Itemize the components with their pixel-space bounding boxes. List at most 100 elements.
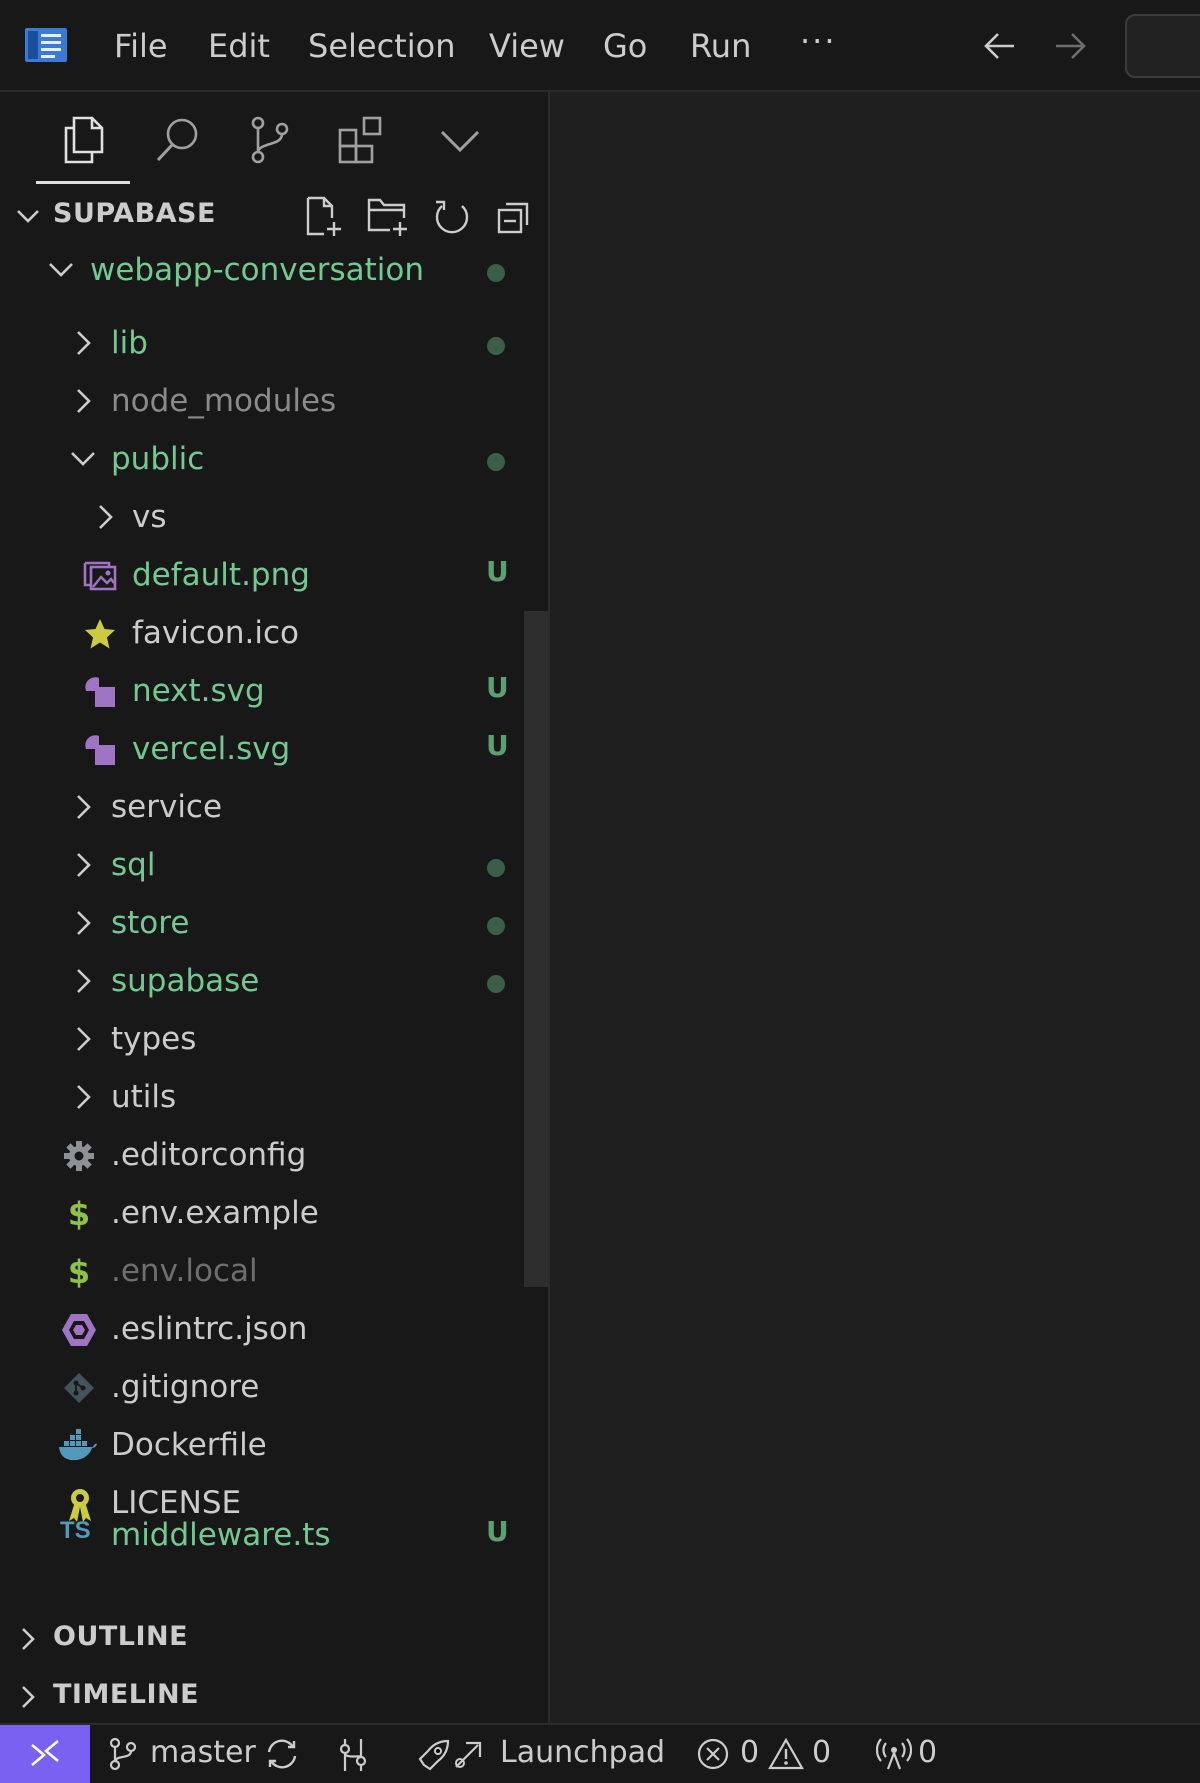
broadcast-icon[interactable] bbox=[876, 1737, 912, 1771]
new-file-icon[interactable] bbox=[304, 196, 344, 238]
tree-file-row[interactable]: favicon.ico bbox=[0, 605, 548, 663]
modified-dot bbox=[487, 453, 505, 471]
outline-title: OUTLINE bbox=[53, 1621, 189, 1652]
tree-folder-row[interactable]: utils bbox=[0, 1069, 548, 1127]
chevron-down-icon[interactable] bbox=[434, 114, 486, 166]
warning-icon[interactable] bbox=[768, 1737, 804, 1771]
activity-tabs bbox=[0, 92, 548, 186]
warning-count[interactable]: 0 bbox=[812, 1735, 831, 1770]
status-bar: master Launchpad 0 0 0 bbox=[0, 1723, 1200, 1783]
tree-file-row[interactable]: $ .env.local bbox=[0, 1243, 548, 1301]
star-icon bbox=[83, 617, 117, 651]
chevron-right-icon bbox=[68, 328, 98, 358]
collapse-all-icon[interactable] bbox=[496, 196, 532, 238]
tree-file-row[interactable]: vercel.svg U bbox=[0, 721, 548, 779]
tree-file-row[interactable]: .gitignore bbox=[0, 1359, 548, 1417]
remote-indicator[interactable] bbox=[0, 1725, 90, 1783]
sidebar-scrollbar[interactable] bbox=[524, 611, 548, 1287]
tree-label: vercel.svg bbox=[132, 731, 291, 767]
chevron-right-icon bbox=[14, 1683, 42, 1711]
launchpad-label[interactable]: Launchpad bbox=[500, 1735, 665, 1770]
modified-dot bbox=[487, 917, 505, 935]
vscode-logo-icon[interactable] bbox=[24, 26, 68, 64]
tree-label: .env.example bbox=[111, 1195, 319, 1231]
error-icon[interactable] bbox=[696, 1737, 730, 1771]
tree-folder-row[interactable]: node_modules bbox=[0, 373, 548, 431]
source-control-icon[interactable] bbox=[244, 114, 296, 166]
tree-label: types bbox=[111, 1021, 197, 1057]
tree-folder-row[interactable]: webapp-conversation bbox=[0, 242, 548, 300]
tree-label: supabase bbox=[111, 963, 260, 999]
tree-label: webapp-conversation bbox=[90, 252, 424, 288]
tree-folder-row[interactable]: sql bbox=[0, 837, 548, 895]
tree-label: service bbox=[111, 789, 223, 825]
menu-file[interactable]: File bbox=[114, 26, 168, 66]
chevron-right-icon bbox=[68, 1024, 98, 1054]
arrow-left-icon[interactable] bbox=[982, 28, 1018, 64]
extensions-icon[interactable] bbox=[336, 114, 388, 166]
svg-shapes-icon bbox=[83, 675, 117, 709]
tree-label: middleware.ts bbox=[111, 1517, 331, 1553]
tree-file-row[interactable]: TS middleware.ts U bbox=[0, 1507, 548, 1565]
tree-label: node_modules bbox=[111, 383, 337, 419]
tree-folder-row[interactable]: store bbox=[0, 895, 548, 953]
tree-folder-row[interactable]: types bbox=[0, 1011, 548, 1069]
tree-file-row[interactable]: next.svg U bbox=[0, 663, 548, 721]
ports-count[interactable]: 0 bbox=[918, 1735, 937, 1770]
tree-folder-row[interactable]: public bbox=[0, 431, 548, 489]
menu-view[interactable]: View bbox=[489, 26, 565, 66]
chevron-right-icon bbox=[90, 502, 120, 532]
menu-run[interactable]: Run bbox=[690, 26, 751, 66]
outline-section-header[interactable]: OUTLINE bbox=[0, 1613, 548, 1663]
git-branch-name[interactable]: master bbox=[150, 1735, 256, 1770]
explorer-sidebar: SUPABASE webapp-conversation lib node_mo… bbox=[0, 92, 550, 1723]
sync-icon[interactable] bbox=[264, 1737, 300, 1771]
modified-dot bbox=[487, 975, 505, 993]
explorer-files-icon[interactable] bbox=[58, 114, 110, 166]
untracked-badge: U bbox=[486, 1515, 509, 1548]
tree-file-row[interactable]: Dockerfile bbox=[0, 1417, 548, 1475]
title-bar: File Edit Selection View Go Run ··· bbox=[0, 0, 1200, 92]
modified-dot bbox=[487, 859, 505, 877]
chevron-right-icon bbox=[14, 1625, 42, 1653]
git-branch-icon[interactable] bbox=[108, 1737, 138, 1771]
chevron-right-icon bbox=[68, 792, 98, 822]
git-graph-icon[interactable] bbox=[336, 1737, 370, 1773]
timeline-section-header[interactable]: TIMELINE bbox=[0, 1671, 548, 1721]
tree-folder-row[interactable]: lib bbox=[0, 315, 548, 373]
typescript-icon: TS bbox=[60, 1517, 91, 1544]
error-count[interactable]: 0 bbox=[740, 1735, 759, 1770]
refresh-icon[interactable] bbox=[432, 196, 472, 238]
menu-edit[interactable]: Edit bbox=[208, 26, 270, 66]
tree-folder-row[interactable]: vs bbox=[0, 489, 548, 547]
untracked-badge: U bbox=[486, 671, 509, 704]
image-icon bbox=[83, 559, 117, 593]
tree-file-row[interactable]: .editorconfig bbox=[0, 1127, 548, 1185]
command-center-search[interactable] bbox=[1125, 14, 1200, 78]
chevron-down-icon bbox=[46, 255, 76, 285]
chevron-right-icon bbox=[68, 1082, 98, 1112]
tree-folder-row[interactable]: supabase bbox=[0, 953, 548, 1011]
tree-folder-row[interactable]: service bbox=[0, 779, 548, 837]
tree-file-row[interactable]: $ .env.example bbox=[0, 1185, 548, 1243]
timeline-title: TIMELINE bbox=[53, 1679, 200, 1710]
new-folder-icon[interactable] bbox=[366, 196, 410, 238]
tree-label: vs bbox=[132, 499, 167, 535]
tree-label: .editorconfig bbox=[111, 1137, 307, 1173]
active-tab-indicator bbox=[36, 181, 130, 184]
tree-label: store bbox=[111, 905, 190, 941]
dollar-icon: $ bbox=[67, 1253, 91, 1291]
tree-file-row[interactable]: .eslintrc.json bbox=[0, 1301, 548, 1359]
menu-selection[interactable]: Selection bbox=[308, 26, 455, 66]
menu-go[interactable]: Go bbox=[603, 26, 647, 66]
tree-label: favicon.ico bbox=[132, 615, 300, 651]
tree-file-row[interactable]: default.png U bbox=[0, 547, 548, 605]
explorer-section-header[interactable]: SUPABASE bbox=[0, 190, 548, 240]
arrow-right-icon[interactable] bbox=[1052, 28, 1088, 64]
search-icon[interactable] bbox=[152, 114, 204, 166]
tree-label: public bbox=[111, 441, 205, 477]
menu-more-button[interactable]: ··· bbox=[800, 22, 837, 60]
editor-area[interactable] bbox=[550, 92, 1200, 1723]
rocket-icon[interactable] bbox=[416, 1737, 486, 1773]
gear-icon bbox=[62, 1139, 96, 1173]
